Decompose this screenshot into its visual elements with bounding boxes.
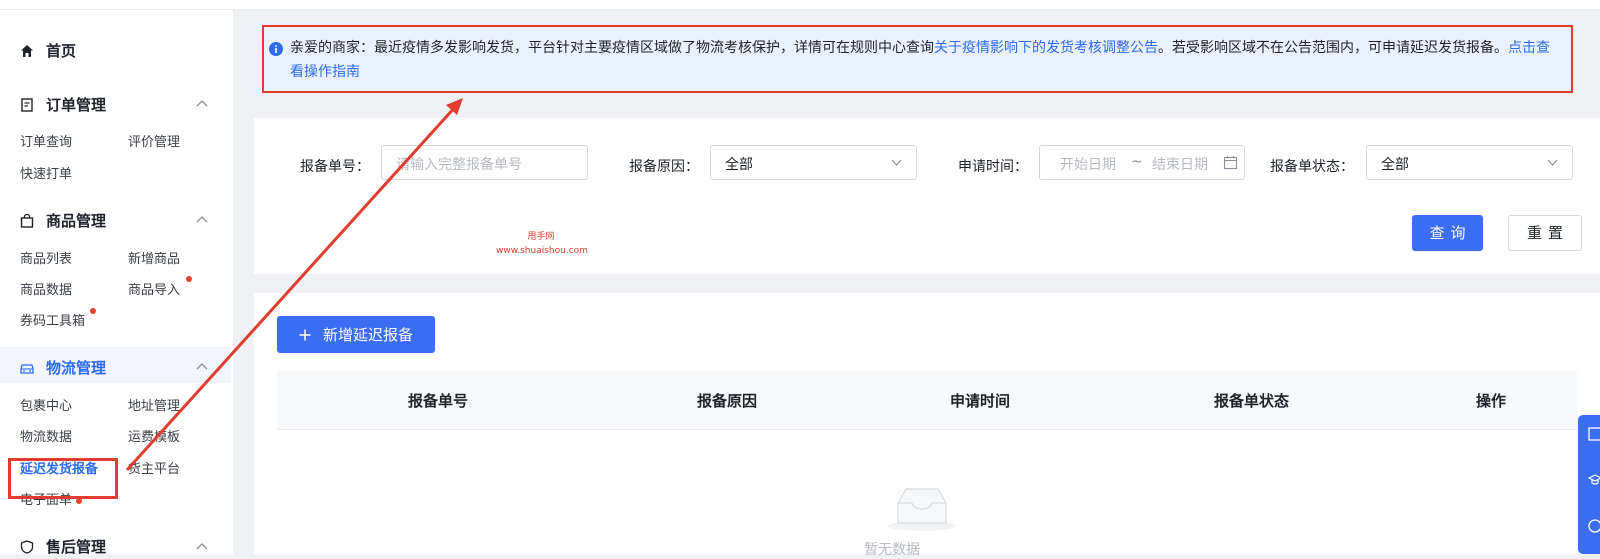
sidebar-item-label: 首页 — [46, 42, 77, 60]
table-header: 报备单号 报备原因 申请时间 报备单状态 操作 — [277, 371, 1577, 430]
watermark: 甩手网 www.shuaishou.com — [496, 230, 588, 258]
chevron-down-icon — [1547, 159, 1558, 166]
column-header: 操作 — [1476, 392, 1507, 410]
reason-select[interactable]: 全部 — [710, 145, 917, 180]
sidebar-group-products[interactable]: 商品管理 — [20, 210, 106, 231]
chevron-up-icon[interactable] — [196, 542, 208, 550]
start-date-placeholder: 开始日期 — [1060, 157, 1116, 173]
shopping-bag-icon — [20, 213, 34, 228]
empty-box-icon — [888, 488, 956, 531]
chevron-up-icon[interactable] — [196, 362, 208, 370]
empty-text: 暂无数据 — [864, 542, 920, 558]
sidebar-item-shipper-platform[interactable]: 货主平台 — [128, 458, 180, 477]
chevron-up-icon[interactable] — [196, 215, 208, 223]
search-button[interactable]: 查询 — [1412, 215, 1483, 251]
sidebar-group-label: 订单管理 — [46, 96, 107, 114]
truck-icon — [20, 363, 34, 374]
status-select[interactable]: 全部 — [1366, 145, 1573, 180]
reason-select-value: 全部 — [725, 157, 753, 173]
sidebar-group-label: 商品管理 — [46, 212, 107, 230]
add-delay-report-button[interactable]: 新增延迟报备 — [277, 316, 435, 353]
edit-icon[interactable] — [1588, 427, 1600, 441]
sidebar-item-freight-template[interactable]: 运费模板 — [128, 426, 180, 445]
time-label: 申请时间： — [958, 159, 1028, 175]
document-icon — [21, 97, 33, 112]
sidebar-item-product-import[interactable]: 商品导入 — [128, 279, 180, 298]
plus-icon — [299, 329, 311, 340]
watermark-line: www.shuaishou.com — [496, 246, 588, 256]
sidebar: 首页 订单管理 订单查询 评价管理 快速打单 商品管理 商品列表 新增商品 商品… — [0, 10, 233, 556]
report-no-input[interactable]: 请输入完整报备单号 — [381, 145, 588, 180]
sidebar-item-coupon-toolbox[interactable]: 券码工具箱 — [20, 310, 85, 329]
calendar-icon — [1223, 156, 1238, 170]
date-range-separator: ~ — [1131, 154, 1143, 170]
chevron-down-icon — [891, 159, 902, 166]
filter-panel: 报备单号： 请输入完整报备单号 报备原因： 全部 申请时间： 开始日期 ~ 结束… — [254, 118, 1600, 274]
sidebar-item-review[interactable]: 评价管理 — [128, 131, 180, 150]
sidebar-item-product-data[interactable]: 商品数据 — [20, 279, 72, 298]
table-panel: 新增延迟报备 报备单号 报备原因 申请时间 报备单状态 操作 暂无数据 — [254, 293, 1600, 558]
reason-label: 报备原因： — [629, 159, 699, 175]
sidebar-item-quick-print[interactable]: 快速打单 — [20, 163, 72, 182]
sidebar-item-new-product[interactable]: 新增商品 — [128, 248, 180, 267]
home-icon — [21, 44, 33, 57]
shield-icon — [20, 539, 34, 554]
help-icon[interactable] — [1588, 519, 1600, 533]
floating-toolbar — [1578, 415, 1600, 554]
report-no-placeholder: 请输入完整报备单号 — [396, 157, 522, 173]
add-button-label: 新增延迟报备 — [322, 326, 413, 344]
new-badge-dot — [186, 276, 192, 282]
sidebar-group-orders[interactable]: 订单管理 — [20, 94, 106, 115]
graduation-cap-icon[interactable] — [1588, 473, 1600, 487]
sidebar-item-product-list[interactable]: 商品列表 — [20, 248, 72, 267]
column-header: 报备单号 — [408, 392, 469, 410]
highlight-box-sidebar — [8, 458, 118, 499]
sidebar-group-logistics[interactable]: 物流管理 — [20, 357, 106, 378]
report-no-label: 报备单号： — [300, 159, 370, 175]
end-date-placeholder: 结束日期 — [1152, 157, 1208, 173]
date-range-picker[interactable]: 开始日期 ~ 结束日期 — [1039, 145, 1245, 180]
sidebar-item-home[interactable]: 首页 — [20, 40, 76, 61]
sidebar-item-parcel-center[interactable]: 包裹中心 — [20, 395, 72, 414]
sidebar-item-logistics-data[interactable]: 物流数据 — [20, 426, 72, 445]
highlight-box-notice — [262, 25, 1573, 93]
sidebar-item-address[interactable]: 地址管理 — [128, 395, 180, 414]
top-bar — [0, 0, 1600, 10]
column-header: 申请时间 — [950, 392, 1011, 410]
column-header: 报备原因 — [697, 392, 758, 410]
reset-button[interactable]: 重置 — [1508, 215, 1582, 251]
sidebar-item-order-query[interactable]: 订单查询 — [20, 131, 72, 150]
column-header: 报备单状态 — [1214, 392, 1290, 410]
status-select-value: 全部 — [1381, 157, 1409, 173]
status-label: 报备单状态： — [1270, 159, 1354, 175]
new-badge-dot — [90, 308, 96, 314]
sidebar-group-label: 物流管理 — [46, 359, 107, 377]
chevron-up-icon[interactable] — [196, 99, 208, 107]
watermark-line: 甩手网 — [527, 232, 555, 242]
